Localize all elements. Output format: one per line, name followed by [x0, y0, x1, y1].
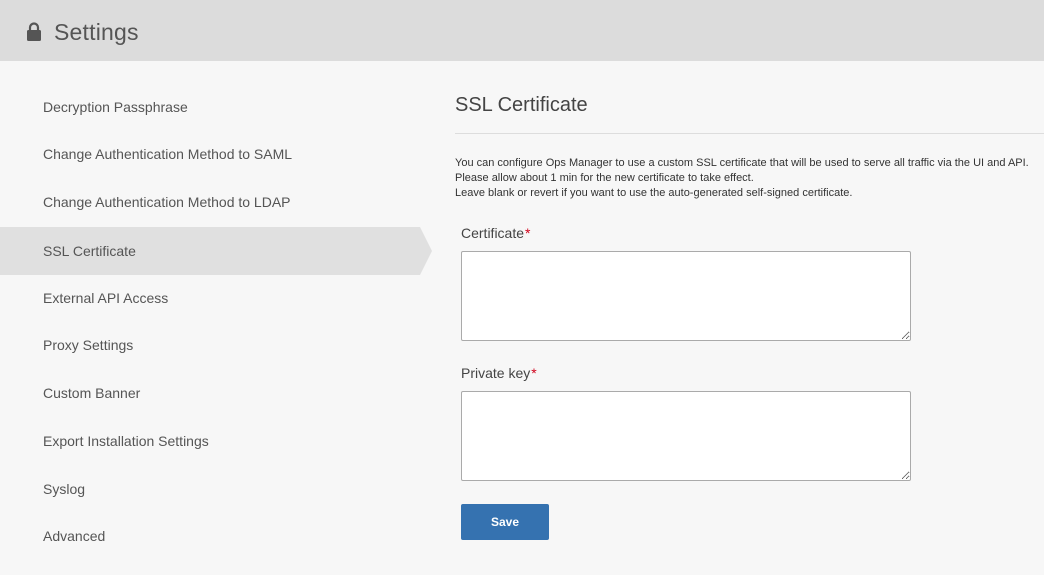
page-header: Settings: [0, 0, 1044, 61]
description-line: Please allow about 1 min for the new cer…: [455, 172, 754, 184]
private-key-label: Private key*: [461, 365, 537, 381]
required-marker: *: [531, 365, 537, 381]
certificate-label-text: Certificate: [461, 225, 525, 241]
required-marker: *: [525, 225, 531, 241]
sidebar-item-export-installation-settings[interactable]: Export Installation Settings: [0, 417, 420, 465]
private-key-label-text: Private key: [461, 365, 531, 381]
description-line: Leave blank or revert if you want to use…: [455, 187, 853, 199]
page-title: Settings: [54, 19, 139, 45]
section-divider: [455, 133, 1044, 134]
description-line: You can configure Ops Manager to use a c…: [455, 157, 1029, 169]
section-description: You can configure Ops Manager to use a c…: [455, 156, 1035, 201]
certificate-textarea[interactable]: [461, 251, 911, 341]
sidebar-item-auth-ldap[interactable]: Change Authentication Method to LDAP: [0, 178, 420, 226]
private-key-textarea[interactable]: [461, 391, 911, 481]
sidebar-item-advanced[interactable]: Advanced: [0, 512, 420, 560]
sidebar-item-auth-saml[interactable]: Change Authentication Method to SAML: [0, 130, 420, 178]
sidebar-item-decryption-passphrase[interactable]: Decryption Passphrase: [0, 83, 420, 131]
lock-icon: [27, 22, 41, 41]
sidebar-item-proxy-settings[interactable]: Proxy Settings: [0, 321, 420, 369]
section-title: SSL Certificate: [455, 94, 588, 116]
certificate-label: Certificate*: [461, 225, 530, 241]
sidebar-item-external-api-access[interactable]: External API Access: [0, 274, 420, 322]
sidebar-item-custom-banner[interactable]: Custom Banner: [0, 369, 420, 417]
main-content: SSL Certificate You can configure Ops Ma…: [455, 61, 1044, 575]
sidebar-item-syslog[interactable]: Syslog: [0, 465, 420, 513]
sidebar-item-ssl-certificate[interactable]: SSL Certificate: [0, 227, 432, 275]
settings-sidebar: Decryption Passphrase Change Authenticat…: [0, 61, 432, 575]
save-button[interactable]: Save: [461, 504, 549, 540]
